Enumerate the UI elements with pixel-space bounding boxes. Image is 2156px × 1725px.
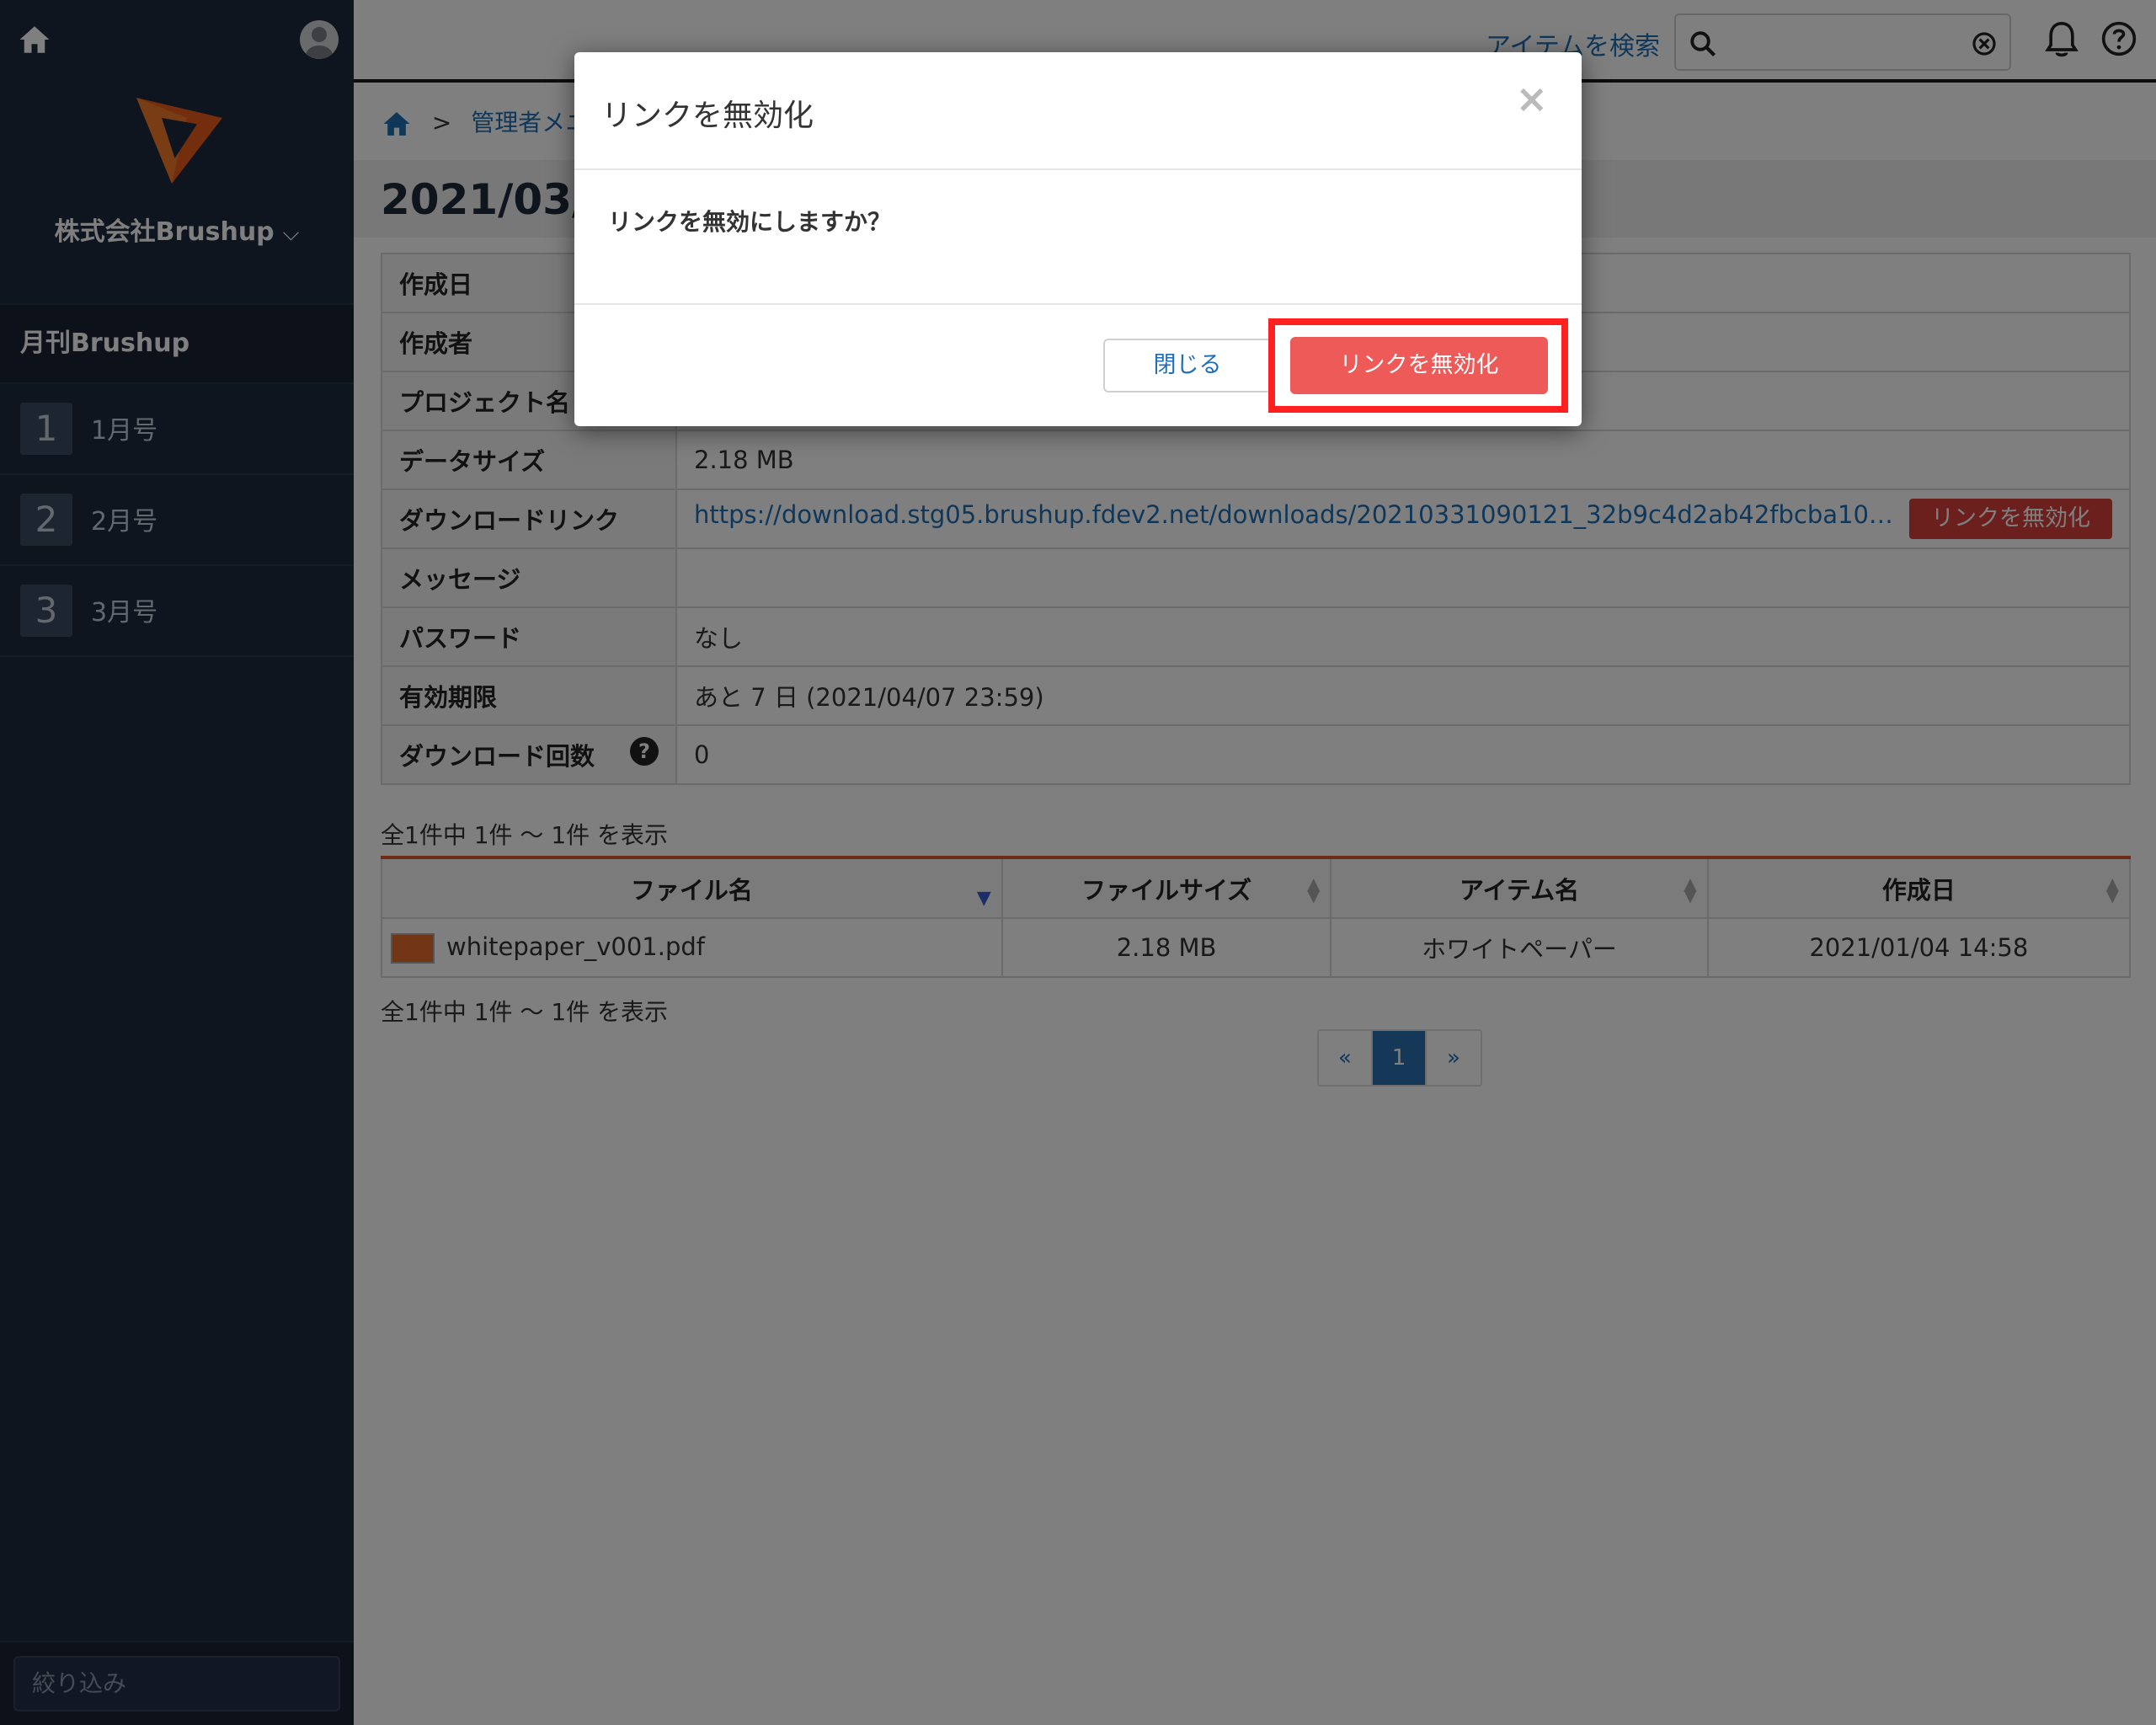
- invalidate-link-dialog: リンクを無効化 × リンクを無効にしますか？ 閉じる リンクを無効化: [574, 52, 1582, 426]
- modal-title: リンクを無効化: [601, 99, 814, 133]
- close-icon[interactable]: ×: [1515, 76, 1548, 121]
- confirm-invalidate-button[interactable]: リンクを無効化: [1290, 337, 1548, 394]
- modal-footer: 閉じる リンクを無効化: [574, 305, 1582, 425]
- modal-message: リンクを無効にしますか？: [608, 208, 892, 236]
- modal-header: リンクを無効化 ×: [574, 52, 1582, 170]
- close-button[interactable]: 閉じる: [1103, 339, 1272, 393]
- modal-body: リンクを無効にしますか？: [574, 170, 1582, 305]
